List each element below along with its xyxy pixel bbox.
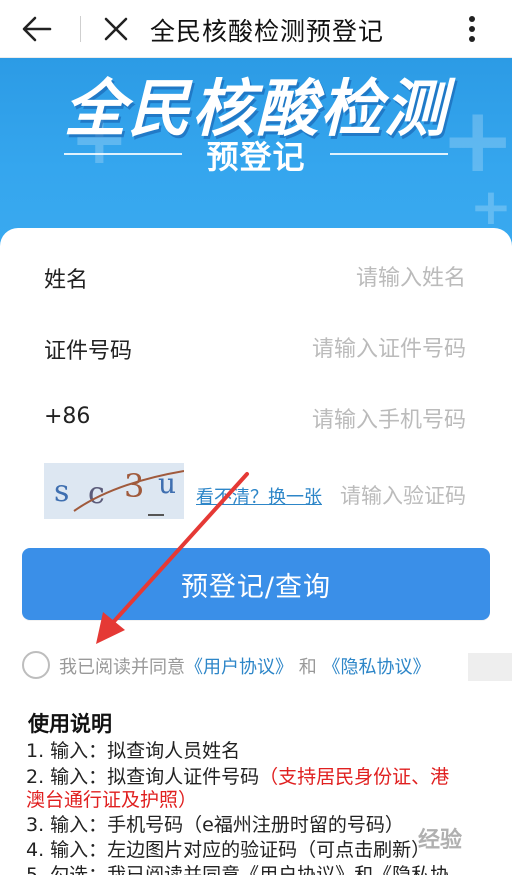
page-title: 全民核酸检测预登记 bbox=[150, 17, 385, 46]
instruction-line: 1. 输入：拟查询人员姓名 bbox=[26, 740, 241, 762]
register-query-button[interactable]: 预登记/查询 bbox=[22, 548, 490, 620]
banner-subtitle-row: 预登记 bbox=[0, 130, 512, 176]
instruction-highlight: （支持居民身份证、港 bbox=[259, 766, 450, 788]
banner-subtitle: 预登记 bbox=[206, 138, 306, 176]
agreement-text: 我已阅读并同意《用户协议》 和 《隐私协议》 bbox=[59, 653, 430, 679]
agreement-and: 和 bbox=[298, 657, 317, 678]
name-row: 姓名 bbox=[0, 248, 512, 308]
privacy-agreement-link[interactable]: 《隐私协议》 bbox=[322, 657, 430, 678]
id-label: 证件号码 bbox=[44, 339, 133, 364]
name-input[interactable] bbox=[206, 258, 466, 298]
instruction-line: 5. 勾选：我已阅读并同意《用户协议》和《隐私协 bbox=[26, 864, 450, 875]
captcha-image[interactable]: s c 3 u bbox=[44, 463, 184, 519]
top-bar: 全民核酸检测预登记 bbox=[0, 0, 512, 58]
close-icon[interactable] bbox=[100, 13, 132, 45]
instructions-title: 使用说明 bbox=[28, 712, 112, 736]
agreement-checkbox[interactable] bbox=[22, 651, 50, 679]
name-label: 姓名 bbox=[44, 268, 89, 293]
user-agreement-link[interactable]: 《用户协议》 bbox=[185, 657, 293, 678]
more-options-icon[interactable] bbox=[460, 12, 484, 46]
captcha-char: c bbox=[88, 476, 105, 511]
phone-row: +86 bbox=[0, 390, 512, 450]
back-arrow-icon[interactable] bbox=[20, 12, 54, 46]
form-card: 姓名 证件号码 +86 s c 3 u 看不清？换一张 预登记/查询 我已阅读并… bbox=[0, 228, 512, 875]
phone-prefix: +86 bbox=[44, 404, 91, 429]
instruction-line: 4. 输入：左边图片对应的验证码（可点击刷新） bbox=[26, 839, 431, 861]
instruction-line: 3. 输入：手机号码（e福州注册时留的号码） bbox=[26, 814, 404, 836]
grey-block bbox=[468, 653, 512, 681]
captcha-char: s bbox=[54, 474, 69, 509]
topbar-divider bbox=[80, 16, 81, 42]
id-row: 证件号码 bbox=[0, 319, 512, 379]
agreement-prefix: 我已阅读并同意 bbox=[59, 657, 185, 678]
captcha-refresh-link[interactable]: 看不清？换一张 bbox=[196, 483, 322, 509]
watermark: 经验 bbox=[418, 828, 463, 853]
instruction-highlight: 澳台通行证及护照） bbox=[26, 789, 198, 811]
id-number-input[interactable] bbox=[206, 329, 466, 369]
captcha-input[interactable] bbox=[316, 478, 466, 514]
phone-input[interactable] bbox=[206, 400, 466, 440]
